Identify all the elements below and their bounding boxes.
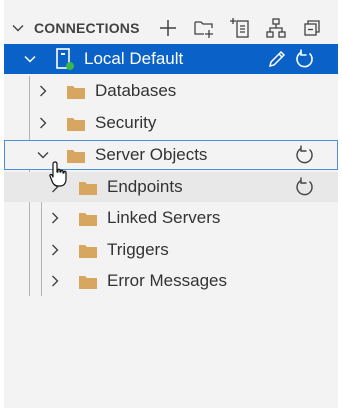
panel-edge [338, 0, 342, 408]
new-connection-icon[interactable] [156, 16, 180, 40]
folder-icon [67, 86, 85, 99]
tree-item-linked-servers[interactable]: Linked Servers [4, 203, 338, 233]
tree-item-label: Linked Servers [107, 208, 221, 227]
tree-item-label: Security [95, 113, 157, 132]
refresh-icon[interactable] [294, 48, 316, 70]
tree-item-databases[interactable]: Databases [4, 76, 338, 106]
server-icon [56, 48, 74, 70]
tree-item-error-messages[interactable]: Error Messages [4, 266, 338, 296]
new-server-group-icon[interactable] [192, 16, 216, 40]
tree-item-label: Server Objects [95, 145, 208, 164]
hand-cursor-icon [49, 161, 67, 187]
edit-icon[interactable] [266, 48, 288, 70]
chevron-right-icon[interactable] [47, 273, 63, 289]
tree-item-label: Databases [95, 81, 177, 100]
show-active-connections-icon[interactable] [264, 16, 288, 40]
chevron-down-icon[interactable] [10, 20, 26, 36]
tree-item-label: Endpoints [107, 177, 183, 196]
tree-item-security[interactable]: Security [4, 108, 338, 138]
folder-icon [67, 118, 85, 131]
chevron-right-icon[interactable] [47, 210, 63, 226]
folder-icon [79, 182, 97, 195]
server-node[interactable]: Local Default [4, 44, 338, 74]
refresh-icon[interactable] [294, 144, 316, 166]
section-title: CONNECTIONS [34, 20, 140, 36]
tree-item-label: Error Messages [107, 271, 227, 290]
tree-item-triggers[interactable]: Triggers [4, 235, 338, 265]
folder-icon [79, 213, 97, 226]
chevron-right-icon[interactable] [35, 83, 51, 99]
folder-icon [79, 245, 97, 258]
connections-panel: CONNECTIONS Local Default Databases Secu… [4, 0, 338, 408]
chevron-down-icon[interactable] [22, 51, 38, 67]
chevron-right-icon[interactable] [47, 242, 63, 258]
new-query-icon[interactable] [228, 16, 252, 40]
server-label: Local Default [84, 49, 184, 68]
chevron-right-icon[interactable] [35, 115, 51, 131]
connected-status-icon [66, 62, 74, 70]
connections-header[interactable]: CONNECTIONS [4, 14, 338, 42]
refresh-icon[interactable] [294, 176, 316, 198]
tree-item-label: Triggers [107, 240, 169, 259]
folder-icon [79, 276, 97, 289]
collapse-all-icon[interactable] [300, 16, 324, 40]
